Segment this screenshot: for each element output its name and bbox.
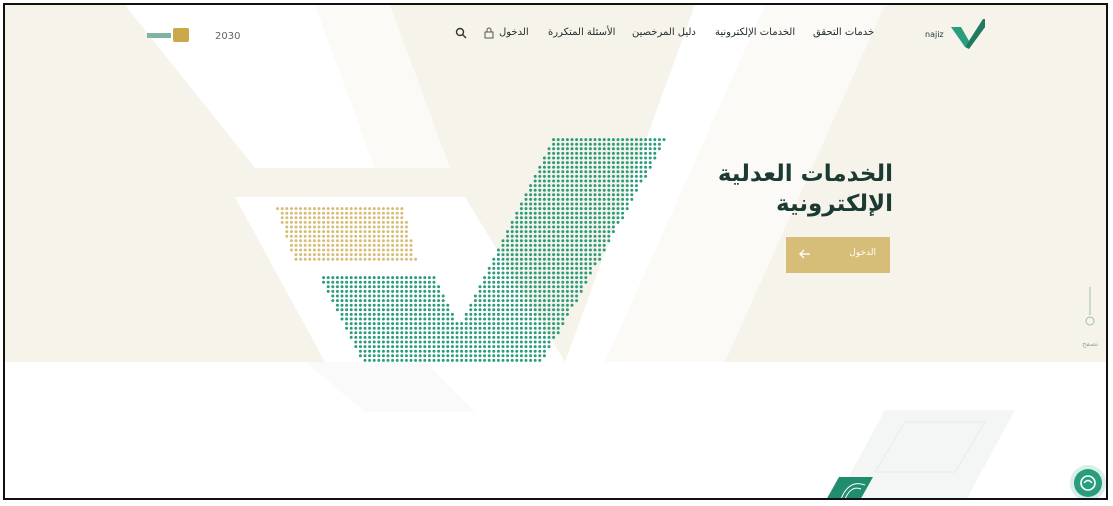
- top-navigation: najiz خدمات التحقق الخدمات الإلكترونية د…: [5, 5, 1106, 67]
- fingerprint-icon: [827, 477, 873, 498]
- hero-title-line2: الإلكترونية: [776, 191, 893, 217]
- najiz-logo[interactable]: najiz: [921, 17, 991, 49]
- chat-button[interactable]: [1074, 469, 1102, 497]
- browser-frame: najiz خدمات التحقق الخدمات الإلكترونية د…: [3, 3, 1108, 500]
- vision-2030-logo: 2030: [215, 31, 240, 42]
- hero-login-label: الدخول: [849, 248, 876, 258]
- logo-text: najiz: [925, 30, 944, 39]
- nav-licensees-guide[interactable]: دليل المرخصين: [632, 27, 696, 38]
- hero-login-button[interactable]: الدخول: [786, 237, 890, 273]
- hero-title-line1: الخدمات العدلية: [717, 161, 893, 187]
- search-icon[interactable]: [455, 27, 467, 39]
- scroll-label: تصفح: [1082, 340, 1099, 348]
- nav-electronic-services[interactable]: الخدمات الإلكترونية: [715, 27, 795, 38]
- arrow-left-icon: [799, 249, 810, 259]
- hero-title: الخدمات العدلية الإلكترونية: [633, 159, 893, 219]
- nav-verification-services[interactable]: خدمات التحقق: [813, 27, 874, 38]
- government-logos: 2030: [143, 25, 253, 51]
- lock-icon: [484, 27, 494, 39]
- nav-faq[interactable]: الأسئلة المتكررة: [548, 27, 615, 38]
- bottom-decoration: [305, 362, 1015, 498]
- scroll-indicator[interactable]: تصفح: [1082, 287, 1099, 357]
- chat-icon: [1080, 475, 1096, 491]
- nav-login[interactable]: الدخول: [499, 27, 529, 38]
